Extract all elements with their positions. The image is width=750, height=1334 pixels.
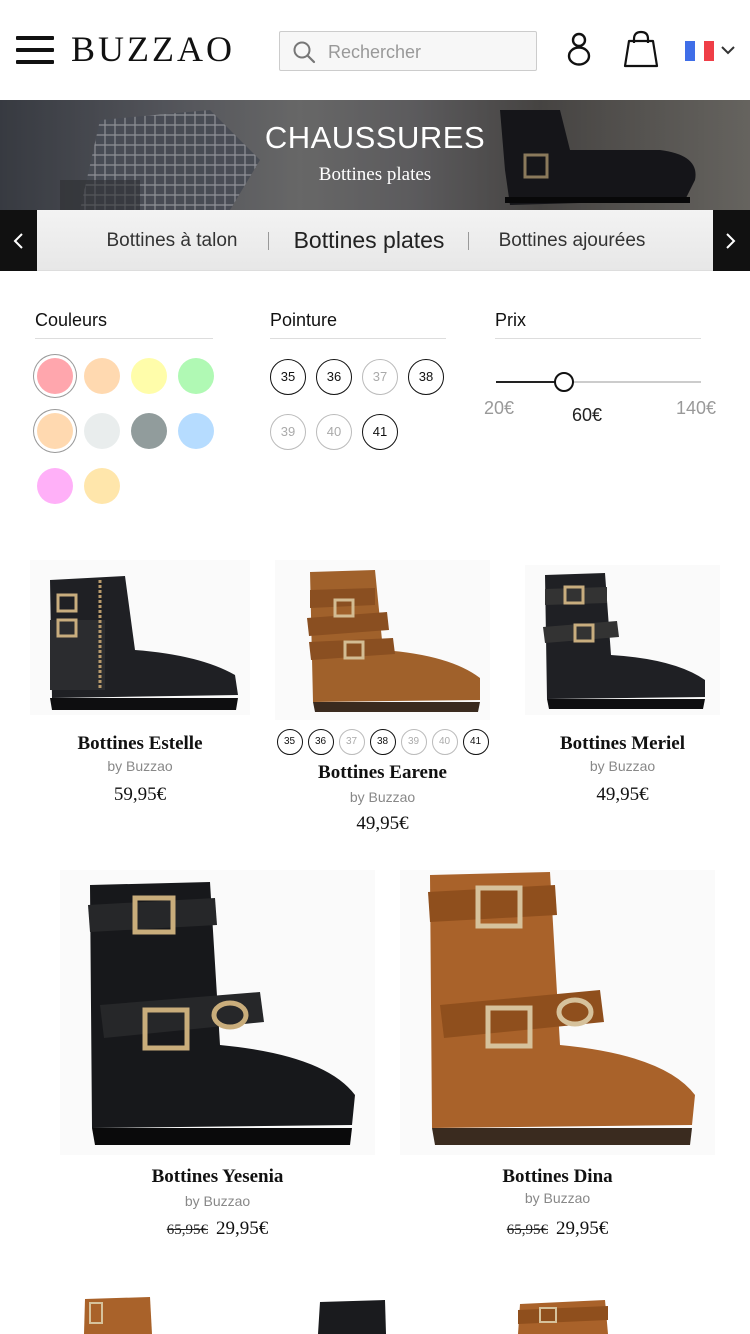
- color-swatch[interactable]: [131, 413, 167, 449]
- product-size-option[interactable]: 41: [462, 729, 489, 755]
- size-option-37[interactable]: 37: [362, 359, 398, 395]
- product-card-estelle[interactable]: Bottines Estelle by Buzzao 59,95€: [30, 560, 250, 820]
- size-option-39[interactable]: 39: [270, 414, 306, 450]
- product-brand: by Buzzao: [184, 1193, 251, 1209]
- product-name[interactable]: Bottines Yesenia: [45, 1166, 390, 1188]
- category-banner: CHAUSSURES Bottines plates: [0, 100, 750, 210]
- chevron-down-icon[interactable]: [720, 43, 736, 57]
- divider: [495, 338, 701, 339]
- search-icon[interactable]: [292, 40, 316, 64]
- search-input[interactable]: [328, 39, 528, 65]
- product-price: 59,95€: [113, 784, 167, 805]
- product-size-options: 35 36 37 38 39 40 41: [265, 729, 500, 755]
- colors-filter-title: Couleurs: [35, 310, 108, 330]
- search-box[interactable]: [279, 31, 537, 71]
- color-swatch[interactable]: [178, 413, 214, 449]
- tab-divider: [468, 232, 469, 250]
- product-size-option[interactable]: 35: [276, 729, 303, 755]
- language-flag-icon[interactable]: [685, 41, 715, 61]
- divider: [35, 338, 213, 339]
- product-image-partial[interactable]: [500, 1298, 630, 1334]
- price-max-label: 140€: [676, 398, 717, 418]
- product-price: 29,95€: [556, 1218, 609, 1239]
- product-image[interactable]: [400, 870, 715, 1155]
- tab-bottines-ajourees[interactable]: Bottines ajourées: [484, 210, 660, 271]
- price-filter-title: Prix: [495, 310, 526, 330]
- product-name[interactable]: Bottines Dina: [385, 1166, 730, 1188]
- category-tabs: Bottines à talon Bottines plates Bottine…: [0, 210, 750, 271]
- product-card-earene[interactable]: 35 36 37 38 39 40 41 Bottines Earene by Buzzao…: [265, 560, 500, 840]
- logo[interactable]: BUZZAO: [71, 28, 235, 70]
- product-price-row: 65,95€ 29,95€: [385, 1218, 730, 1240]
- page-subtitle: Bottines plates: [318, 164, 432, 185]
- color-swatch[interactable]: [131, 358, 167, 394]
- tab-divider: [268, 232, 269, 250]
- product-size-option[interactable]: 36: [307, 729, 334, 755]
- color-swatch[interactable]: [84, 413, 120, 449]
- product-brand: by Buzzao: [107, 758, 173, 774]
- product-card-dina[interactable]: Bottines Dina by Buzzao 65,95€ 29,95€: [385, 870, 730, 1245]
- price-current-label: 60€: [572, 405, 603, 425]
- price-min-label: 20€: [484, 398, 515, 418]
- color-swatch[interactable]: [37, 413, 73, 449]
- product-price: 29,95€: [216, 1218, 269, 1239]
- size-option-36[interactable]: 36: [316, 359, 352, 395]
- product-brand: by Buzzao: [349, 789, 416, 805]
- product-card-meriel[interactable]: Bottines Meriel by Buzzao 49,95€: [515, 560, 730, 820]
- size-option-40[interactable]: 40: [316, 414, 352, 450]
- account-icon[interactable]: [566, 32, 592, 66]
- product-card-yesenia[interactable]: Bottines Yesenia by Buzzao 65,95€ 29,95€: [45, 870, 390, 1245]
- color-swatch[interactable]: [178, 358, 214, 394]
- product-image-partial[interactable]: [300, 1298, 400, 1334]
- color-swatch[interactable]: [84, 468, 120, 504]
- product-size-option[interactable]: 39: [400, 729, 427, 755]
- tabs-prev-button[interactable]: [0, 210, 37, 271]
- product-brand: by Buzzao: [589, 758, 656, 774]
- product-price-row: 65,95€ 29,95€: [45, 1218, 390, 1240]
- product-old-price: 65,95€: [506, 1222, 548, 1238]
- product-image[interactable]: [30, 560, 250, 715]
- price-slider-track[interactable]: [496, 381, 701, 383]
- product-size-option[interactable]: 37: [338, 729, 365, 755]
- page-title: CHAUSSURES: [264, 120, 486, 155]
- header: BUZZAO: [0, 0, 750, 100]
- product-price: 49,95€: [356, 813, 409, 834]
- divider: [270, 338, 446, 339]
- product-old-price: 65,95€: [166, 1222, 208, 1238]
- cart-icon[interactable]: [623, 30, 659, 68]
- product-image[interactable]: [60, 870, 375, 1155]
- product-size-option[interactable]: 38: [369, 729, 396, 755]
- tabs-next-button[interactable]: [713, 210, 750, 271]
- menu-icon[interactable]: [16, 36, 54, 66]
- product-brand: by Buzzao: [524, 1190, 591, 1206]
- size-filter-title: Pointure: [270, 310, 338, 330]
- size-option-41[interactable]: 41: [362, 414, 398, 450]
- color-swatch[interactable]: [84, 358, 120, 394]
- product-price: 49,95€: [596, 784, 649, 805]
- product-image[interactable]: [275, 560, 490, 720]
- product-size-option[interactable]: 40: [431, 729, 458, 755]
- product-name[interactable]: Bottines Meriel: [515, 733, 730, 755]
- chevron-right-icon: [726, 233, 736, 249]
- color-swatch[interactable]: [37, 468, 73, 504]
- product-name[interactable]: Bottines Estelle: [30, 733, 250, 755]
- product-name[interactable]: Bottines Earene: [265, 762, 500, 784]
- color-swatch[interactable]: [37, 358, 73, 394]
- size-option-38[interactable]: 38: [408, 359, 444, 395]
- tab-bottines-plates[interactable]: Bottines plates: [284, 210, 454, 271]
- tab-bottines-a-talon[interactable]: Bottines à talon: [90, 210, 254, 271]
- chevron-left-icon: [13, 233, 23, 249]
- product-image[interactable]: [525, 565, 720, 715]
- size-option-35[interactable]: 35: [270, 359, 306, 395]
- price-slider-handle[interactable]: [554, 372, 575, 392]
- product-image-partial[interactable]: [70, 1295, 190, 1334]
